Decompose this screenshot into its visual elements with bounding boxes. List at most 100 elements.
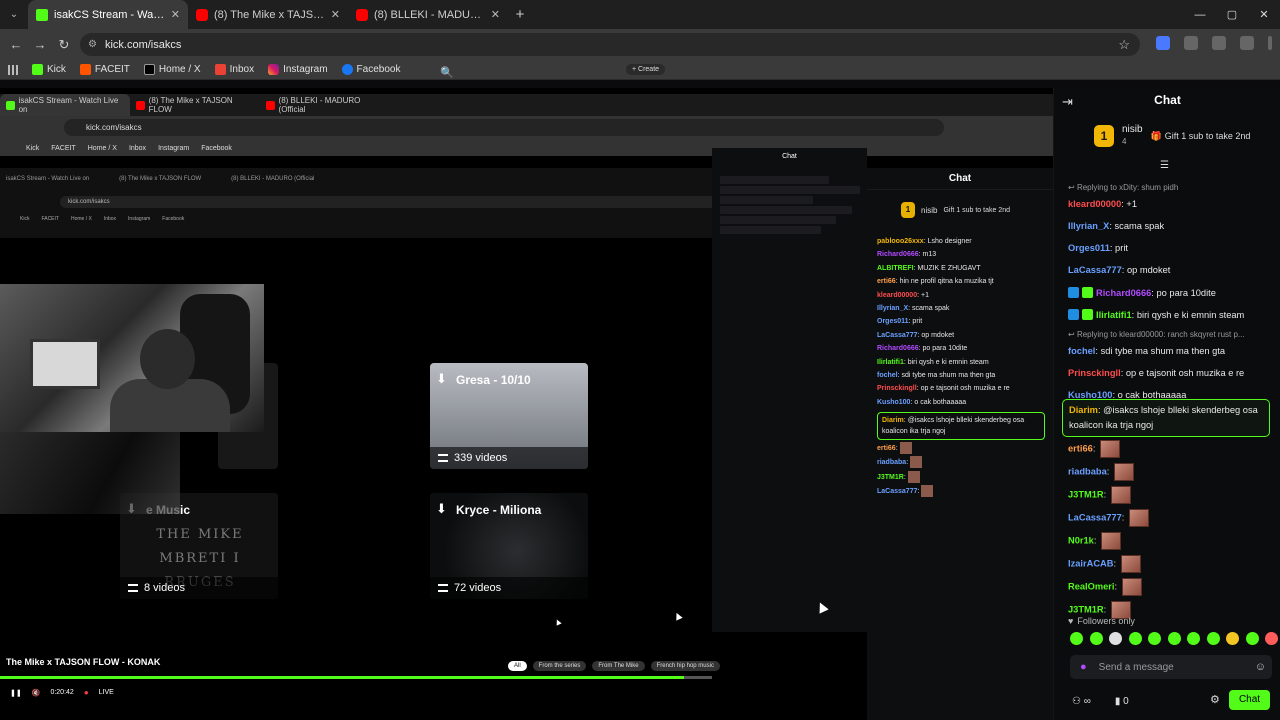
- chat-username[interactable]: Ilirlatifi1: [1096, 310, 1132, 320]
- chat-username[interactable]: IzairACAB: [1068, 558, 1113, 568]
- chat-username[interactable]: J3TM1R: [1068, 489, 1104, 499]
- bookmark-label: Inbox: [229, 64, 255, 75]
- level2-tab: isakCS Stream - Watch Live on: [6, 176, 90, 182]
- emote-icon: [1121, 578, 1142, 596]
- quick-emote-button[interactable]: [1089, 632, 1103, 645]
- profile-icon[interactable]: [1240, 36, 1254, 50]
- video-title: The Mike x TAJSON FLOW - KONAK: [6, 657, 161, 667]
- reload-button[interactable]: ↻: [52, 37, 76, 53]
- chat-username[interactable]: erti66: [1068, 443, 1093, 453]
- chat-username[interactable]: N0r1k: [1068, 535, 1094, 545]
- kick-favicon-icon: [6, 100, 15, 110]
- back-button[interactable]: ←: [4, 37, 28, 52]
- site-info-icon[interactable]: ⚙: [88, 39, 97, 50]
- apps-grid-icon[interactable]: [8, 64, 18, 75]
- volume-icon[interactable]: 🔇: [32, 689, 41, 697]
- bookmark-facebook[interactable]: Facebook: [341, 64, 400, 75]
- chip: From The Mike: [592, 661, 645, 671]
- chat-username[interactable]: riadbaba: [1068, 466, 1107, 476]
- media-control-icon[interactable]: [1212, 36, 1226, 50]
- nested-bookmark: Kick: [26, 144, 40, 152]
- chat-username[interactable]: J3TM1R: [1068, 604, 1104, 614]
- quick-emote-button[interactable]: [1109, 632, 1122, 645]
- emoji-icon[interactable]: ☺: [1255, 661, 1266, 673]
- maximize-button[interactable]: ▢: [1216, 0, 1248, 29]
- chat-username[interactable]: Illyrian_X: [1068, 221, 1109, 231]
- close-window-button[interactable]: ✕: [1248, 0, 1280, 29]
- bookmark-x[interactable]: Home / X: [143, 64, 201, 75]
- url-input[interactable]: ⚙ kick.com/isakcs ☆: [80, 33, 1140, 56]
- menu-kebab-icon[interactable]: [1268, 36, 1272, 50]
- nested-username: erti66: [877, 278, 896, 286]
- tab-kick-stream[interactable]: isakCS Stream - Watch Live on ✕: [28, 0, 188, 29]
- chat-username[interactable]: Orges011: [1068, 243, 1110, 253]
- quick-emote-button[interactable]: [1070, 632, 1083, 645]
- emote-icon: [910, 456, 923, 469]
- pin-toggle-icon[interactable]: ☰: [1160, 160, 1169, 171]
- level2-bookmark: Inbox: [103, 216, 117, 222]
- bookmark-label: Home / X: [158, 64, 201, 75]
- pause-icon[interactable]: ❚❚: [10, 689, 22, 697]
- message-input[interactable]: ● Send a message ☺: [1070, 655, 1272, 679]
- nested-address-bar: kick.com/isakcs: [0, 116, 1053, 140]
- extension-icon[interactable]: [1156, 36, 1170, 50]
- chat-username[interactable]: fochel: [1068, 346, 1095, 356]
- new-tab-button[interactable]: +: [508, 6, 532, 23]
- nested-chat-message: Prinsckingll: op e tajsonit osh muzika e…: [877, 385, 1010, 393]
- message-placeholder: Send a message: [1098, 661, 1174, 673]
- emote-icon: [1099, 440, 1120, 458]
- close-tab-icon[interactable]: ✕: [171, 8, 180, 21]
- pinned-gift-leader[interactable]: 1 nisib 4 🎁 Gift 1 sub to take 2nd: [1094, 124, 1250, 148]
- bookmark-faceit[interactable]: FACEIT: [79, 64, 130, 75]
- chat-username[interactable]: RealOmeri: [1068, 581, 1115, 591]
- settings-gear-icon[interactable]: ⚙: [1210, 693, 1220, 706]
- quick-emote-button[interactable]: [1167, 632, 1181, 645]
- chat-username[interactable]: Prinsckingll: [1068, 368, 1121, 378]
- chat-username[interactable]: LaCassa777: [1068, 265, 1122, 275]
- quick-emote-button[interactable]: [1245, 632, 1259, 645]
- nested-chat-message: Richard0666: m13: [877, 251, 937, 259]
- close-tab-icon[interactable]: ✕: [491, 8, 500, 21]
- quick-emote-button[interactable]: [1148, 632, 1161, 645]
- small-chat-line: [720, 216, 837, 224]
- nested-emote-message: riadbaba:: [877, 456, 1045, 469]
- pinned-sub-count: 4: [1122, 137, 1127, 146]
- extensions-puzzle-icon[interactable]: [1184, 36, 1198, 50]
- nested-chat-message: Illyrian_X: scama spak: [877, 304, 950, 312]
- send-chat-button[interactable]: Chat: [1229, 690, 1270, 710]
- nested-pinned: 1 nisib Gift 1 sub to take 2nd: [867, 190, 1053, 230]
- minimize-button[interactable]: —: [1184, 0, 1216, 29]
- quick-emote-button[interactable]: [1187, 632, 1200, 645]
- tab-search-icon[interactable]: ⌄: [0, 0, 28, 29]
- forward-button[interactable]: →: [28, 37, 52, 52]
- create-button: + Create: [626, 64, 666, 75]
- chat-username[interactable]: LaCassa777: [1068, 512, 1122, 522]
- close-tab-icon[interactable]: ✕: [331, 8, 340, 21]
- emote-messages: erti66: riadbaba: J3TM1R: LaCassa777: N0…: [1054, 438, 1270, 622]
- tab-title: (8) The Mike x TAJSON FLOW -: [214, 8, 325, 21]
- nested-username: J3TM1R: [877, 473, 904, 481]
- chat-panel: ⇥ Chat 1 nisib 4 🎁 Gift 1 sub to take 2nd…: [1053, 88, 1280, 720]
- quick-emote-button[interactable]: [1206, 632, 1220, 645]
- bookmark-instagram[interactable]: Instagram: [268, 64, 328, 75]
- emote-icon: [1113, 463, 1134, 481]
- quick-emote-button[interactable]: [1265, 632, 1278, 645]
- nested-message-text: o cak bothaaaaa: [914, 398, 967, 406]
- video-progress-bar[interactable]: [0, 676, 712, 679]
- microphone-icon[interactable]: ●: [1080, 661, 1087, 673]
- bookmark-inbox[interactable]: Inbox: [214, 64, 255, 75]
- tab-youtube-blleki[interactable]: (8) BLLEKI - MADURO (Official V ✕: [348, 0, 508, 29]
- emote-icon: [1128, 509, 1149, 527]
- chat-username[interactable]: kleard00000: [1068, 199, 1121, 209]
- nested-tab: (8) The Mike x TAJSON FLOW: [130, 94, 260, 116]
- collapse-chat-icon[interactable]: ⇥: [1062, 94, 1073, 110]
- bookmark-star-icon[interactable]: ☆: [1118, 37, 1130, 53]
- tab-youtube-mike[interactable]: (8) The Mike x TAJSON FLOW - ✕: [188, 0, 348, 29]
- webcam-head: [140, 329, 195, 389]
- quick-emote-button[interactable]: [1128, 632, 1142, 645]
- bookmark-kick[interactable]: Kick: [32, 64, 66, 75]
- chat-username[interactable]: Diarim: [1069, 405, 1098, 415]
- chat-username[interactable]: Richard0666: [1096, 288, 1151, 298]
- points-icon[interactable]: ⚇ ∞: [1072, 696, 1091, 707]
- quick-emote-button[interactable]: [1226, 632, 1239, 645]
